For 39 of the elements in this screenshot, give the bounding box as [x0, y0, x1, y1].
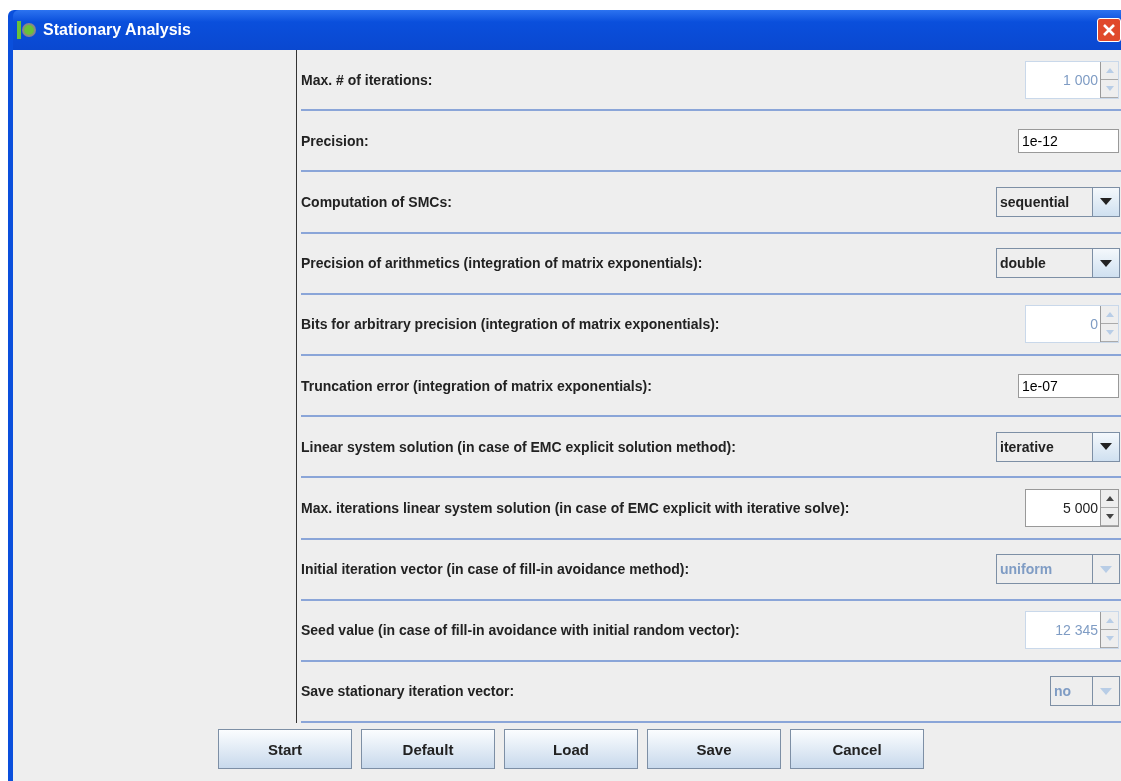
number-spinner[interactable]: 5 000 [1025, 488, 1119, 527]
setting-label: Seed value (in case of fill-in avoidance with initial random vector): [301, 622, 740, 639]
up-arrow-icon [1105, 495, 1114, 501]
setting-label: Save stationary iteration vector: [301, 683, 515, 700]
dialog-button[interactable]: Save [647, 729, 781, 769]
dropdown[interactable]: sequential [996, 186, 1120, 217]
setting-label: Max. # of iterations: [301, 71, 433, 88]
up-arrow-icon [1105, 618, 1114, 624]
setting-label: Bits for arbitrary precision (integration of matrix exponentials): [301, 316, 720, 333]
setting-label: Precision: [301, 132, 369, 149]
down-arrow-icon [1105, 85, 1114, 91]
close-icon [1102, 23, 1116, 37]
up-arrow-icon [1105, 67, 1114, 73]
caret-icon [1100, 443, 1112, 451]
dropdown[interactable]: double [996, 248, 1120, 279]
app-icon [17, 20, 37, 40]
setting-label: Max. iterations linear system solution (in case of EMC explicit with iterative solve): [301, 499, 850, 516]
dialog-button[interactable]: Load [504, 729, 638, 769]
down-arrow-icon [1105, 330, 1114, 336]
setting-label: Precision of arithmetics (integration of matrix exponentials): [301, 255, 703, 272]
down-arrow-icon [1105, 513, 1114, 519]
dialog-button[interactable]: Start [218, 729, 352, 769]
dialog-button[interactable]: Default [361, 729, 495, 769]
setting-label: Initial iteration vector (in case of fill-in avoidance method): [301, 561, 690, 578]
dialog-button[interactable]: Cancel [790, 729, 924, 769]
setting-label: Linear system solution (in case of EMC explicit solution method): [301, 438, 736, 455]
down-arrow-icon [1105, 636, 1114, 642]
caret-icon [1100, 198, 1112, 206]
window-title: Stationary Analysis [43, 21, 192, 39]
caret-icon [1100, 565, 1112, 573]
input-field[interactable]: 1e-12 [1018, 128, 1119, 153]
up-arrow-icon [1105, 312, 1114, 318]
close-button[interactable] [1097, 18, 1121, 42]
setting-label: Computation of SMCs: [301, 193, 452, 210]
input-field[interactable]: 1e-07 [1018, 373, 1119, 398]
setting-label: Truncation error (integration of matrix exponentials): [301, 377, 652, 394]
caret-icon [1100, 259, 1112, 267]
caret-icon [1100, 687, 1112, 695]
dropdown[interactable]: iterative [996, 431, 1120, 462]
